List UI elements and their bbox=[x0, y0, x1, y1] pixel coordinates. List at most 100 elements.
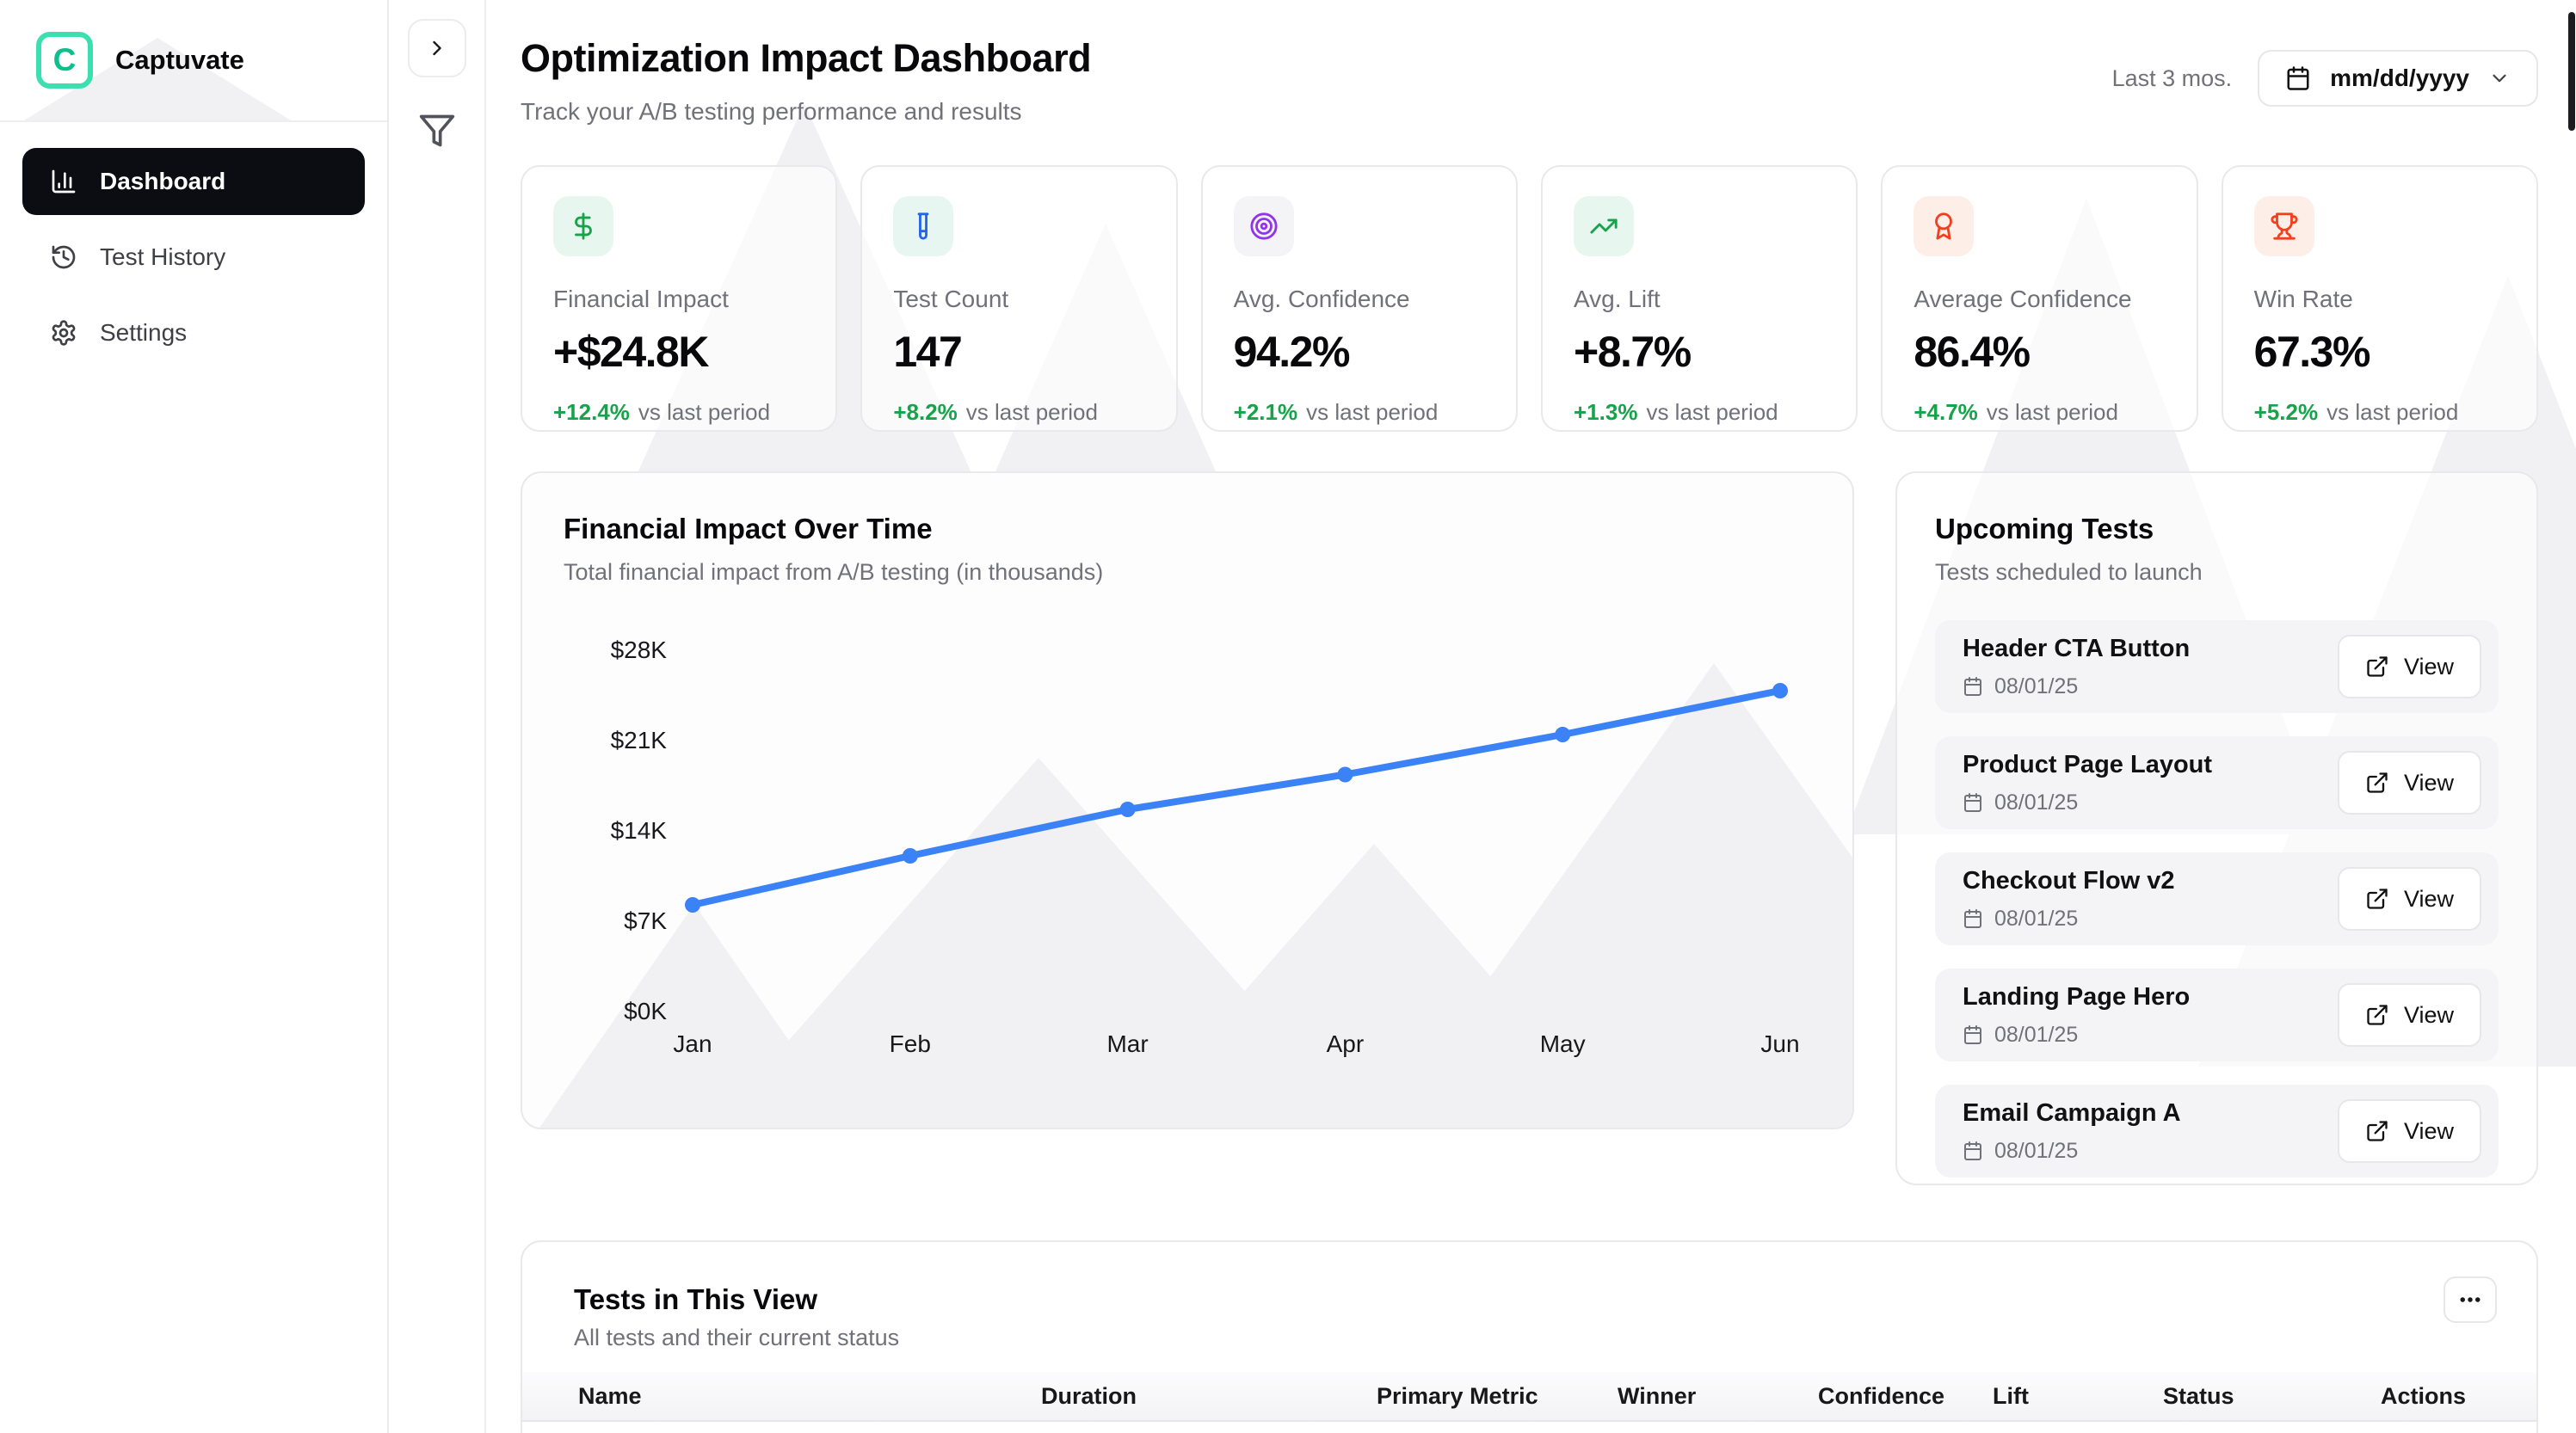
test-name: Email Campaign A bbox=[1963, 1098, 2181, 1127]
gear-icon bbox=[50, 319, 77, 347]
upcoming-subtitle: Tests scheduled to launch bbox=[1935, 559, 2203, 585]
page-subtitle: Track your A/B testing performance and r… bbox=[521, 98, 1022, 125]
financial-impact-line-chart: $0K $7K $14K $21K $28K Jan Feb Mar Apr May Jun bbox=[611, 637, 1800, 1057]
period-label: Last 3 mos. bbox=[2111, 65, 2233, 91]
chart-title: Financial Impact Over Time bbox=[564, 513, 933, 544]
svg-text:Jan: Jan bbox=[673, 1030, 712, 1057]
stat-cards-row: Financial Impact +$24.8K +12.4% vs last p… bbox=[521, 165, 2538, 432]
stat-label: Avg. Lift bbox=[1574, 286, 1661, 312]
sidebar-item-label: Dashboard bbox=[100, 168, 226, 194]
page-header: Optimization Impact Dashboard Track your… bbox=[521, 31, 2538, 126]
main-content: Optimization Impact Dashboard Track your… bbox=[486, 0, 2576, 1433]
stat-label: Win Rate bbox=[2253, 286, 2353, 312]
calendar-icon bbox=[1963, 1141, 1983, 1161]
stat-label: Financial Impact bbox=[553, 286, 729, 312]
svg-text:$21K: $21K bbox=[611, 727, 668, 753]
column-header-name: Name bbox=[578, 1382, 642, 1409]
view-button[interactable]: View bbox=[2337, 983, 2481, 1047]
stat-delta: +5.2% vs last period bbox=[2253, 399, 2459, 425]
stat-value: 94.2% bbox=[1233, 328, 1351, 376]
filter-icon[interactable] bbox=[418, 112, 456, 150]
table-menu-button[interactable] bbox=[2444, 1276, 2497, 1323]
svg-text:$14K: $14K bbox=[611, 817, 668, 844]
brand-name: Captuvate bbox=[115, 45, 244, 75]
sidebar-collapse-button[interactable] bbox=[407, 19, 466, 77]
calendar-icon bbox=[1963, 676, 1983, 697]
stat-delta: +8.2% vs last period bbox=[893, 399, 1098, 425]
date-picker-button[interactable]: mm/dd/yyyy bbox=[2258, 50, 2538, 107]
financial-impact-chart-card: Financial Impact Over Time Total financi… bbox=[521, 471, 1854, 1129]
table-subtitle: All tests and their current status bbox=[574, 1325, 900, 1350]
external-link-icon bbox=[2365, 887, 2389, 911]
test-date: 08/01/25 bbox=[1963, 790, 2212, 815]
app-window: C Captuvate Dashboard Test History Setti… bbox=[0, 0, 2576, 1433]
list-item: Checkout Flow v2 08/01/25 View bbox=[1935, 852, 2499, 945]
stat-value: 67.3% bbox=[2253, 328, 2371, 376]
column-header-winner: Winner bbox=[1618, 1382, 1697, 1409]
stat-label: Test Count bbox=[893, 286, 1009, 312]
calendar-icon bbox=[2285, 65, 2311, 91]
page-title: Optimization Impact Dashboard bbox=[521, 36, 1092, 80]
view-button[interactable]: View bbox=[2337, 635, 2481, 698]
stat-delta: +2.1% vs last period bbox=[1233, 399, 1439, 425]
external-link-icon bbox=[2365, 655, 2389, 679]
bar-chart-icon bbox=[50, 168, 77, 195]
svg-text:Jun: Jun bbox=[1760, 1030, 1799, 1057]
column-header-actions: Actions bbox=[2381, 1382, 2467, 1409]
external-link-icon bbox=[2365, 1003, 2389, 1027]
toolbar-rail bbox=[389, 0, 486, 1433]
svg-text:$7K: $7K bbox=[624, 907, 667, 934]
column-header-confidence: Confidence bbox=[1818, 1382, 1945, 1409]
list-item: Landing Page Hero 08/01/25 View bbox=[1935, 969, 2499, 1061]
stat-value: 147 bbox=[893, 328, 962, 376]
table-title: Tests in This View bbox=[574, 1283, 818, 1315]
stat-label: Avg. Confidence bbox=[1233, 286, 1410, 312]
column-header-status: Status bbox=[2163, 1382, 2234, 1409]
test-name: Product Page Layout bbox=[1963, 750, 2213, 778]
svg-text:$0K: $0K bbox=[624, 998, 667, 1024]
scrollbar-thumb[interactable] bbox=[2568, 12, 2575, 131]
upcoming-title: Upcoming Tests bbox=[1935, 513, 2154, 544]
column-header-primary-metric: Primary Metric bbox=[1377, 1382, 1538, 1409]
calendar-icon bbox=[1963, 908, 1983, 929]
external-link-icon bbox=[2365, 771, 2389, 795]
test-date: 08/01/25 bbox=[1963, 1023, 2190, 1048]
award-icon bbox=[1914, 196, 1975, 256]
view-button[interactable]: View bbox=[2337, 867, 2481, 931]
view-button[interactable]: View bbox=[2337, 751, 2481, 815]
stat-card-financial-impact: Financial Impact +$24.8K +12.4% vs last p… bbox=[521, 165, 838, 432]
vertical-scrollbar bbox=[2567, 0, 2576, 1433]
history-icon bbox=[50, 243, 77, 271]
view-button[interactable]: View bbox=[2337, 1099, 2481, 1163]
dollar-sign-icon bbox=[553, 196, 613, 256]
svg-text:May: May bbox=[1540, 1030, 1586, 1057]
captuvate-logo: C bbox=[36, 32, 93, 89]
stat-card-avg-lift: Avg. Lift +8.7% +1.3% vs last period bbox=[1541, 165, 1858, 432]
list-item: Header CTA Button 08/01/25 View bbox=[1935, 620, 2499, 713]
logo-letter: C bbox=[52, 42, 77, 77]
sidebar: C Captuvate Dashboard Test History Setti… bbox=[0, 0, 389, 1433]
sidebar-header: C Captuvate bbox=[0, 0, 387, 122]
sidebar-item-settings[interactable]: Settings bbox=[22, 299, 365, 366]
chevron-right-icon bbox=[425, 36, 449, 60]
table-header-row: Name Duration Primary Metric Winner Conf… bbox=[522, 1372, 2536, 1422]
stat-delta: +4.7% vs last period bbox=[1914, 399, 2118, 425]
sidebar-item-test-history[interactable]: Test History bbox=[22, 224, 365, 291]
trending-up-icon bbox=[1574, 196, 1634, 256]
sidebar-item-dashboard[interactable]: Dashboard bbox=[22, 148, 365, 215]
ellipsis-icon bbox=[2457, 1287, 2483, 1313]
middle-row: Financial Impact Over Time Total financi… bbox=[521, 471, 2538, 1185]
test-tube-icon bbox=[893, 196, 954, 256]
sidebar-item-label: Test History bbox=[100, 243, 226, 270]
stat-value: +8.7% bbox=[1574, 328, 1692, 376]
tests-table-card: Tests in This View All tests and their c… bbox=[521, 1240, 2538, 1433]
stat-card-avg-confidence: Avg. Confidence 94.2% +2.1% vs last perio… bbox=[1200, 165, 1518, 432]
stat-card-test-count: Test Count 147 +8.2% vs last period bbox=[860, 165, 1178, 432]
trophy-icon bbox=[2253, 196, 2314, 256]
test-date: 08/01/25 bbox=[1963, 907, 2175, 932]
test-date: 08/01/25 bbox=[1963, 674, 2190, 699]
list-item: Email Campaign A 08/01/25 View bbox=[1935, 1085, 2499, 1178]
calendar-icon bbox=[1963, 792, 1983, 813]
svg-text:Feb: Feb bbox=[890, 1030, 931, 1057]
stat-delta: +12.4% vs last period bbox=[553, 399, 771, 425]
